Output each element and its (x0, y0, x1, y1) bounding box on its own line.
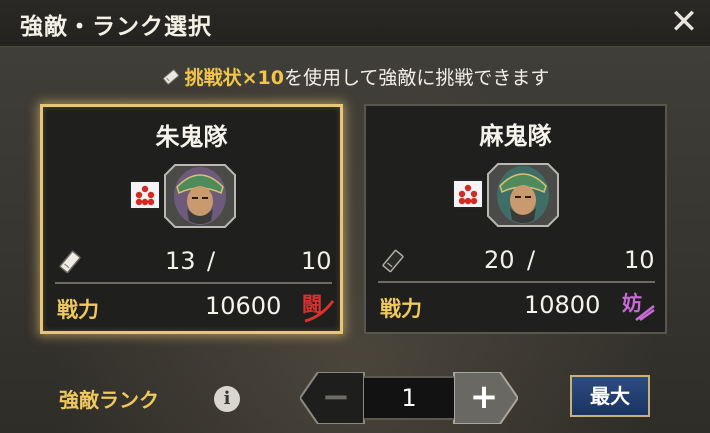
power-value: 10600 (205, 292, 282, 320)
rank-value: 1 (364, 376, 454, 420)
increase-button[interactable]: + (452, 372, 516, 424)
ticket-separator: / (207, 247, 216, 275)
disrupt-type-icon: 妨 (620, 286, 658, 324)
ticket-icon (380, 248, 406, 278)
enemy-name: 朱鬼隊 (155, 123, 228, 151)
ticket-separator: / (527, 246, 536, 274)
ticket-owned: 13 (165, 247, 196, 275)
enemy-card-makitai[interactable]: 麻鬼隊 20 / 10 戦力 10800 妨 (364, 104, 667, 334)
notice-text: を使用して強敵に挑戦できます (283, 67, 550, 89)
ticket-required: 10 (624, 246, 655, 274)
power-label: 戦力 (57, 298, 99, 322)
general-portrait-icon (163, 163, 237, 229)
general-portrait-icon (486, 162, 560, 228)
enemy-name: 麻鬼隊 (479, 122, 552, 150)
formation-badge-icon (129, 180, 161, 210)
challenge-notice: 挑戦状×10を使用して強敵に挑戦できます (0, 63, 710, 92)
title-bar: 強敵・ランク選択 ✕ (0, 0, 710, 47)
ticket-required: 10 (301, 247, 332, 275)
enemy-card-shukitai[interactable]: 朱鬼隊 13 / 10 戦力 10600 闘 (40, 104, 343, 334)
decrease-button[interactable]: − (304, 372, 368, 424)
dialog-title: 強敵・ランク選択 (20, 14, 212, 40)
ticket-icon (57, 249, 83, 279)
svg-text:闘: 闘 (302, 292, 322, 316)
power-value: 10800 (524, 291, 601, 319)
power-label: 戦力 (380, 297, 422, 321)
close-button[interactable]: ✕ (666, 4, 702, 40)
rank-stepper: − 1 + (300, 372, 518, 424)
divider (378, 281, 655, 283)
attack-type-icon: 闘 (299, 287, 337, 325)
divider (55, 282, 332, 284)
ticket-count-text: 挑戦状×10 (184, 67, 284, 89)
ticket-icon (161, 67, 181, 92)
rank-label: 強敵ランク (59, 388, 159, 412)
info-icon[interactable]: i (214, 386, 240, 412)
max-button[interactable]: 最大 (570, 375, 650, 417)
svg-text:妨: 妨 (622, 291, 642, 315)
formation-badge-icon (452, 179, 484, 209)
ticket-owned: 20 (484, 246, 515, 274)
